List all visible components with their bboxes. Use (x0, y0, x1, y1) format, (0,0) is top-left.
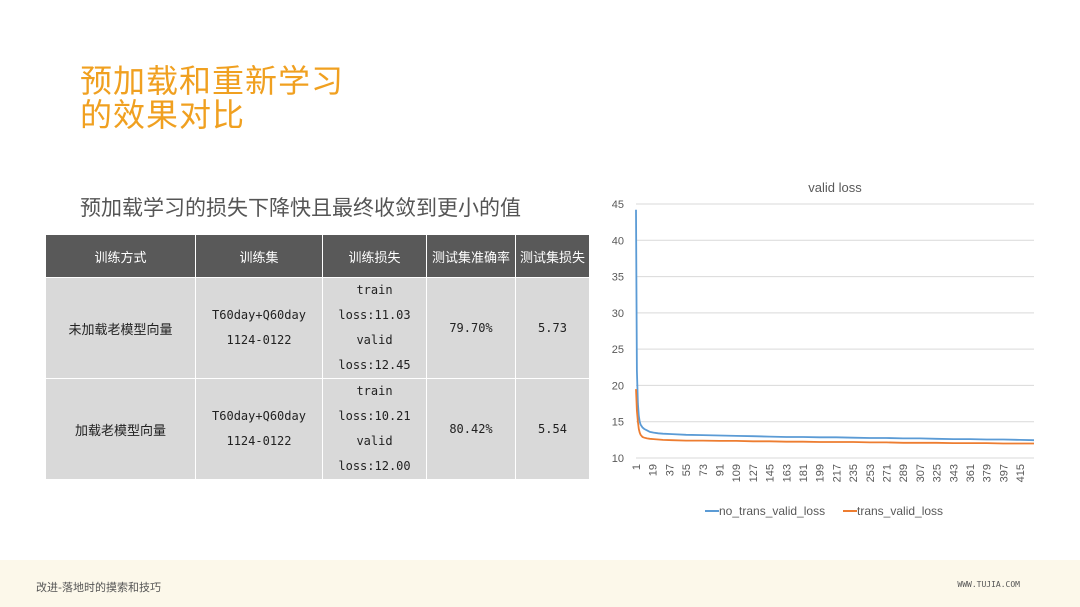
cell-line: train (356, 283, 393, 297)
x-tick-label: 181 (798, 464, 810, 482)
header-method: 训练方式 (46, 235, 196, 278)
page-title-line1: 预加载和重新学习 (80, 62, 345, 100)
x-tick-label: 55 (681, 464, 693, 476)
y-tick-label: 25 (612, 344, 624, 356)
cell-line: loss:10.21 (338, 409, 411, 423)
x-tick-label: 109 (731, 464, 743, 482)
table-header-row: 训练方式 训练集 训练损失 测试集准确率 测试集损失 (46, 235, 590, 278)
page-title: 预加载和重新学习 的效果对比 (80, 64, 344, 132)
cell-test-acc: 80.42% (426, 378, 516, 479)
y-tick-label: 15 (612, 417, 624, 429)
y-tick-label: 10 (612, 453, 624, 465)
page-subtitle: 预加载学习的损失下降快且最终收敛到更小的值 (80, 196, 521, 220)
y-tick-label: 35 (612, 272, 624, 284)
cell-line: valid (356, 434, 393, 448)
x-tick-label: 37 (664, 464, 676, 476)
x-tick-label: 1 (631, 464, 643, 470)
legend-label: no_trans_valid_loss (719, 504, 825, 518)
header-train-loss: 训练损失 (322, 235, 427, 278)
x-tick-label: 253 (865, 464, 877, 482)
cell-train-set: T60day+Q60day 1124-0122 (195, 378, 323, 479)
cell-line: train (356, 384, 393, 398)
cell-line: T60day+Q60day (212, 409, 306, 423)
comparison-table: 训练方式 训练集 训练损失 测试集准确率 测试集损失 未加载老模型向量 T60d… (46, 235, 590, 479)
footer-site-url: WWW.TUJIA.COM (957, 580, 1020, 589)
cell-test-acc: 79.70% (426, 277, 516, 379)
cell-line: 1124-0122 (226, 333, 292, 347)
y-tick-label: 45 (612, 199, 624, 211)
x-tick-label: 163 (781, 464, 793, 482)
table-row: 加载老模型向量 T60day+Q60day 1124-0122 train lo… (46, 378, 590, 479)
cell-test-loss: 5.54 (515, 378, 590, 479)
x-tick-label: 415 (1015, 464, 1027, 482)
x-tick-label: 217 (831, 464, 843, 482)
x-tick-label: 199 (815, 464, 827, 482)
series-line-no_trans_valid_loss (635, 209, 1035, 442)
x-tick-label: 343 (948, 464, 960, 482)
x-tick-label: 325 (932, 464, 944, 482)
cell-test-loss: 5.73 (515, 277, 590, 379)
cell-line: loss:11.03 (338, 308, 411, 322)
cell-line: valid (356, 333, 393, 347)
cell-line: loss:12.00 (338, 459, 411, 473)
footer-bar: 改进-落地时的摸索和技巧 WWW.TUJIA.COM (0, 560, 1080, 607)
x-tick-label: 145 (765, 464, 777, 482)
y-tick-label: 20 (612, 380, 624, 392)
cell-line: 1124-0122 (226, 434, 292, 448)
cell-method: 未加载老模型向量 (46, 277, 196, 379)
legend-label: trans_valid_loss (857, 504, 943, 518)
footer-section-label: 改进-落地时的摸索和技巧 (36, 581, 161, 594)
chart-title: valid loss (808, 180, 862, 195)
y-tick-label: 30 (612, 308, 624, 320)
table-row: 未加载老模型向量 T60day+Q60day 1124-0122 train l… (46, 277, 590, 379)
x-tick-label: 127 (748, 464, 760, 482)
cell-train-set: T60day+Q60day 1124-0122 (195, 277, 323, 379)
cell-train-loss: train loss:10.21 valid loss:12.00 (322, 378, 427, 479)
header-test-acc: 测试集准确率 (426, 235, 516, 278)
x-tick-label: 271 (881, 464, 893, 482)
x-tick-label: 91 (714, 464, 726, 476)
header-test-loss: 测试集损失 (515, 235, 590, 278)
y-tick-label: 40 (612, 235, 624, 247)
header-train-set: 训练集 (195, 235, 323, 278)
cell-line: T60day+Q60day (212, 308, 306, 322)
x-tick-label: 289 (898, 464, 910, 482)
x-tick-label: 235 (848, 464, 860, 482)
x-tick-label: 361 (965, 464, 977, 482)
cell-train-loss: train loss:11.03 valid loss:12.45 (322, 277, 427, 379)
x-tick-label: 73 (698, 464, 710, 476)
x-tick-label: 397 (998, 464, 1010, 482)
valid-loss-chart: valid loss 10 15 20 25 30 35 40 45 1 19 37 55 73 91 109… (612, 180, 1035, 518)
x-tick-label: 379 (982, 464, 994, 482)
page-title-line2: 的效果对比 (80, 96, 246, 134)
x-tick-label: 307 (915, 464, 927, 482)
x-tick-label: 19 (648, 464, 660, 476)
cell-method: 加载老模型向量 (46, 378, 196, 479)
cell-line: loss:12.45 (338, 358, 411, 372)
